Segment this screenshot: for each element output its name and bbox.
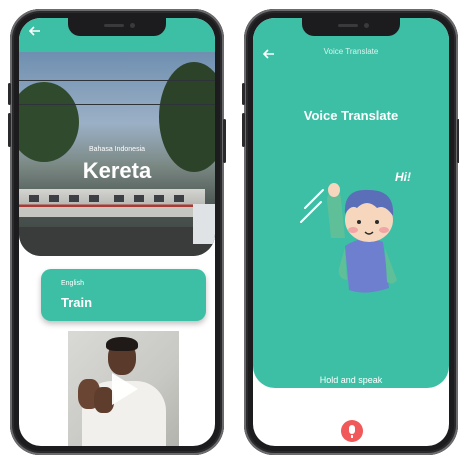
- hi-text: Hi!: [395, 170, 411, 184]
- sign-language-video[interactable]: [68, 331, 179, 446]
- source-word: Kereta: [82, 158, 152, 183]
- back-arrow-icon[interactable]: [28, 24, 41, 38]
- back-arrow-icon[interactable]: [262, 47, 275, 61]
- phone-left: Bahasa Indonesia Kereta English Train: [8, 9, 226, 455]
- microphone-icon[interactable]: [341, 420, 363, 442]
- phone-notch: [68, 18, 166, 36]
- phone-side-button: [242, 83, 245, 105]
- translation-card[interactable]: English Train: [41, 269, 206, 321]
- translate-result-screen: Bahasa Indonesia Kereta English Train: [19, 18, 215, 446]
- page-title: Voice Translate: [303, 108, 399, 123]
- object-photo: Bahasa Indonesia Kereta: [19, 52, 215, 256]
- waving-boy-illustration: [300, 183, 397, 293]
- translated-word: Train: [61, 295, 93, 310]
- phone-side-button: [8, 83, 11, 105]
- phone-notch: [302, 18, 400, 36]
- header-title: Voice Translate: [323, 47, 379, 56]
- voice-translate-screen: Voice Translate Voice Translate Hi! Hold…: [253, 18, 449, 446]
- phone-volume-button: [242, 113, 245, 147]
- target-language-label: English: [61, 280, 84, 287]
- hold-and-speak-label: Hold and speak: [319, 375, 383, 385]
- phone-right: Voice Translate Voice Translate Hi! Hold…: [242, 9, 459, 455]
- phone-power-button: [223, 119, 226, 163]
- play-icon[interactable]: [112, 373, 138, 405]
- source-language-label: Bahasa Indonesia: [88, 146, 146, 153]
- phone-volume-button: [8, 113, 11, 147]
